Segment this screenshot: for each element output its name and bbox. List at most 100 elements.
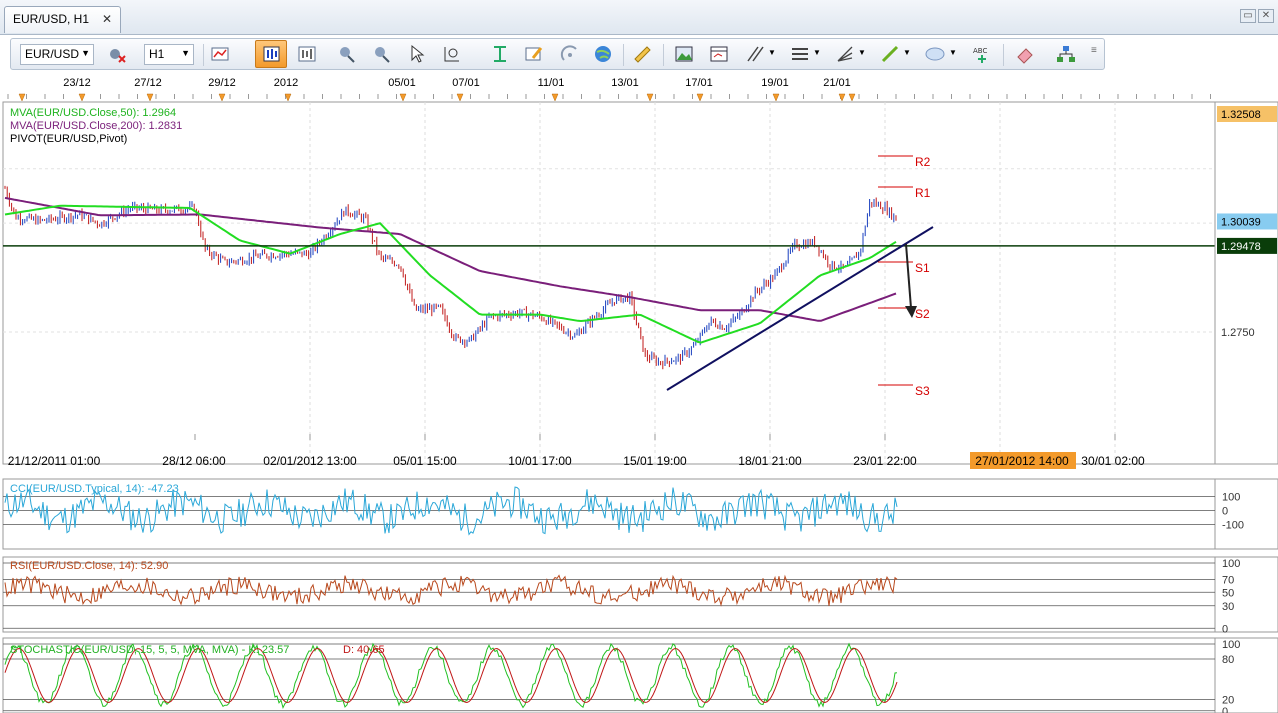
text-tool-icon[interactable]: ABC (971, 43, 993, 65)
trendline-icon[interactable] (879, 43, 901, 65)
pivot-level-label: R1 (915, 186, 931, 200)
price-label-current: 1.30039 (1221, 216, 1261, 228)
bottom-date-label: 21/12/2011 01:00 (8, 454, 101, 468)
pivot-level-label: S3 (915, 384, 930, 398)
signal-icon[interactable] (559, 43, 581, 65)
fan-tool-icon[interactable] (834, 43, 856, 65)
svg-text:ABC: ABC (973, 47, 987, 55)
toolbar-separator (203, 44, 204, 66)
cci-pane[interactable] (2, 478, 1216, 550)
stoch-d-legend: D: 40.65 (343, 644, 385, 656)
cursor-date-label: 27/01/2012 14:00 (975, 454, 1069, 468)
pivot-level-label: S1 (915, 261, 930, 275)
bottom-date-label: 15/01 19:00 (623, 454, 687, 468)
chart-canvas[interactable]: 23/12 27/12 29/12 2012 05/01 07/01 11/01 13/01 1… (0, 72, 1278, 713)
stoch-scale-label: 20 (1222, 695, 1234, 707)
window-icon[interactable] (708, 43, 730, 65)
timeframe-select[interactable]: H1 ▼ (144, 44, 194, 65)
close-window-icon[interactable]: ✕ (1258, 9, 1274, 23)
stoch-scale-label: 100 (1222, 639, 1240, 651)
top-date-label: 05/01 (388, 77, 416, 89)
chevron-down-icon[interactable]: ▼ (949, 48, 957, 57)
objects-tree-icon[interactable] (1055, 43, 1077, 65)
top-date-label: 13/01 (611, 77, 639, 89)
rsi-scale-label: 70 (1222, 575, 1234, 587)
bottom-date-label: 28/12 06:00 (162, 454, 226, 468)
pivot-level-label: S2 (915, 307, 930, 321)
rsi-scale-label: 0 (1222, 623, 1228, 635)
crosshair-icon[interactable] (336, 43, 358, 65)
remove-symbol-icon[interactable] (106, 43, 128, 65)
eraser-icon[interactable] (1014, 43, 1036, 65)
rsi-scale-label: 100 (1222, 558, 1240, 570)
rsi-legend: RSI(EUR/USD.Close, 14): 52.90 (10, 560, 168, 572)
price-scale[interactable] (1214, 101, 1278, 465)
fit-chart-icon[interactable] (489, 43, 511, 65)
bottom-date-label: 30/01 02:00 (1081, 454, 1145, 468)
zoom-icon[interactable] (441, 43, 463, 65)
top-date-label: 27/12 (134, 77, 162, 89)
symbol-value: EUR/USD (25, 47, 80, 61)
pivot-level-label: R2 (915, 155, 931, 169)
bottom-date-label: 02/01/2012 13:00 (263, 454, 357, 468)
mva50-legend[interactable]: MVA(EUR/USD.Close,50): 1.2964 (10, 107, 182, 120)
rsi-scale-label: 50 (1222, 587, 1234, 599)
price-label-mid: 1.2750 (1221, 327, 1255, 339)
timeframe-value: H1 (149, 47, 165, 61)
horizontal-lines-icon[interactable] (789, 43, 811, 65)
cci-legend: CCI(EUR/USD.Typical, 14): -47.23 (10, 483, 179, 495)
picture-icon[interactable] (673, 43, 695, 65)
bottom-date-label: 05/01 15:00 (393, 454, 457, 468)
top-date-label: 23/12 (63, 77, 91, 89)
cci-scale-label: 100 (1222, 492, 1240, 504)
price-label-top: 1.32508 (1221, 109, 1261, 121)
candles-icon (263, 46, 280, 62)
bars-mode-icon[interactable] (296, 43, 318, 65)
chevron-down-icon[interactable]: ▼ (903, 48, 911, 57)
price-pane[interactable] (2, 101, 1216, 465)
chart-tab-bar: EUR/USD, H1 ✕ ▭ ✕ (0, 0, 1278, 35)
chevron-down-icon[interactable]: ▼ (768, 48, 776, 57)
chevron-down-icon[interactable]: ▼ (858, 48, 866, 57)
top-date-label: 29/12 (208, 77, 236, 89)
chart-tab[interactable]: EUR/USD, H1 ✕ (4, 6, 121, 33)
cursor-icon[interactable] (406, 43, 428, 65)
chevron-down-icon: ▼ (81, 48, 90, 58)
pointer-icon[interactable] (371, 43, 393, 65)
chevron-down-icon: ▼ (181, 48, 190, 58)
close-tab-icon[interactable]: ✕ (102, 12, 112, 26)
top-date-label: 21/01 (823, 77, 851, 89)
bottom-date-label: 18/01 21:00 (738, 454, 802, 468)
top-date-label: 17/01 (685, 77, 713, 89)
globe-icon[interactable] (592, 43, 614, 65)
chart-type-icon[interactable] (209, 43, 231, 65)
bottom-date-label: 23/01 22:00 (853, 454, 917, 468)
symbol-select[interactable]: EUR/USD ▼ (20, 44, 94, 65)
edit-chart-icon[interactable] (523, 43, 545, 65)
ruler-icon[interactable] (631, 43, 653, 65)
chart-toolbar: EUR/USD ▼ H1 ▼ ▼ ▼ ▼ ▼ ▼ ABC ≡ (10, 38, 1105, 70)
rsi-pane[interactable] (2, 556, 1216, 633)
main-legend: MVA(EUR/USD.Close,50): 1.2964 MVA(EUR/US… (10, 107, 182, 146)
toolbar-separator (1003, 44, 1004, 66)
stoch-scale-label: 80 (1222, 654, 1234, 666)
bottom-date-label: 10/01 17:00 (508, 454, 572, 468)
cci-scale-label: -100 (1222, 520, 1244, 532)
top-date-label: 2012 (274, 77, 298, 89)
candles-mode-button[interactable] (255, 40, 287, 68)
price-label-line: 1.29478 (1221, 241, 1261, 253)
cci-scale-label: 0 (1222, 506, 1228, 518)
top-date-label: 19/01 (761, 77, 789, 89)
chevron-down-icon[interactable]: ▼ (813, 48, 821, 57)
toolbar-separator (623, 44, 624, 66)
mva200-legend[interactable]: MVA(EUR/USD.Close,200): 1.2831 (10, 120, 182, 133)
toolbar-overflow-icon[interactable]: ≡ (1091, 45, 1097, 56)
ellipse-icon[interactable] (924, 43, 946, 65)
restore-window-icon[interactable]: ▭ (1240, 9, 1256, 23)
toolbar-separator (663, 44, 664, 66)
lines-tool-icon[interactable] (744, 43, 766, 65)
rsi-scale-label: 30 (1222, 601, 1234, 613)
top-date-label: 11/01 (538, 77, 565, 89)
pivot-legend[interactable]: PIVOT(EUR/USD,Pivot) (10, 133, 182, 146)
top-date-label: 07/01 (452, 77, 480, 89)
